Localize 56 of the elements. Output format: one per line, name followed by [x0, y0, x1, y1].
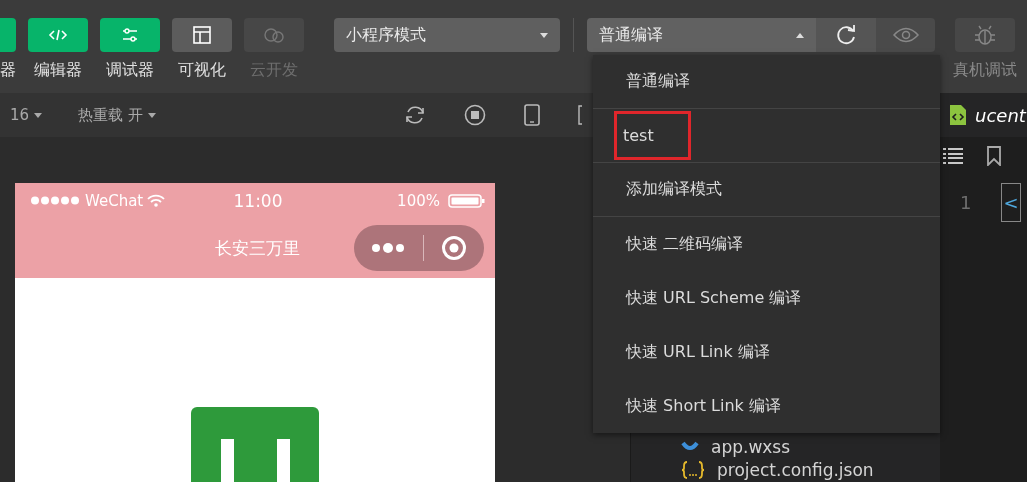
rotate-icon [403, 104, 426, 126]
menu-item[interactable]: 普通编译 [620, 56, 696, 107]
more-icon [371, 243, 406, 253]
refresh-icon [834, 23, 858, 47]
editor-tab[interactable]: ucent [940, 93, 1027, 137]
hot-reload-select[interactable]: 热重载 开 [78, 105, 156, 125]
status-time: 11:00 [233, 190, 283, 211]
toolbar-label: 真机调试 [953, 60, 1017, 81]
select-value: 普通编译 [599, 24, 663, 46]
capsule-button[interactable] [354, 225, 484, 271]
mode-select[interactable]: 小程序模式 [334, 18, 560, 52]
device-debug-button[interactable] [955, 18, 1015, 52]
toolbar-label: 器 [0, 60, 16, 81]
menu-item[interactable]: 快速 Short Link 编译 [620, 380, 787, 432]
caret-up-icon [796, 32, 804, 38]
stop-icon [463, 104, 486, 126]
battery-percent: 100% [397, 191, 440, 210]
toolbar-label: 可视化 [178, 60, 226, 81]
file-name[interactable]: project.config.json [717, 459, 874, 480]
battery-icon [448, 193, 485, 208]
menu-item[interactable]: 添加编译模式 [620, 164, 728, 215]
refresh-button[interactable] [816, 18, 876, 52]
toolbar-button[interactable] [172, 18, 232, 52]
menu-item[interactable]: 快速 URL Scheme 编译 [620, 272, 808, 324]
line-number: 1 [960, 192, 972, 213]
page-title: 长安三万里 [215, 236, 300, 260]
compile-select[interactable]: 普通编译 [587, 18, 816, 52]
code-icon [48, 28, 68, 42]
select-value: 小程序模式 [346, 24, 426, 46]
toolbar-label: 编辑器 [34, 60, 82, 81]
caret-down-icon [147, 112, 156, 118]
file-name[interactable]: app.wxss [711, 436, 791, 457]
bug-icon [974, 24, 996, 46]
wifi-icon [147, 194, 166, 207]
record-icon [440, 235, 467, 261]
menu-item[interactable]: 快速 URL Link 编译 [620, 326, 776, 378]
cloud-icon [263, 26, 285, 44]
carrier-name: WeChat [85, 191, 144, 210]
caret-down-icon [540, 32, 548, 38]
bracket-icon [577, 105, 583, 125]
menu-item[interactable]: 快速 二维码编译 [620, 218, 750, 270]
sliders-icon [122, 28, 138, 42]
bookmark-icon [987, 146, 1001, 166]
file-json-icon [681, 460, 705, 479]
zoom-select[interactable]: 16 [10, 106, 43, 124]
signal-dots-icon [31, 196, 81, 205]
toolbar-label: 调试器 [106, 60, 154, 81]
eye-icon [892, 27, 919, 43]
toolbar-button[interactable] [100, 18, 160, 52]
caret-down-icon [34, 112, 43, 118]
list-icon [943, 148, 963, 164]
menu-item[interactable]: test [614, 111, 691, 160]
phone-icon [523, 104, 540, 126]
layout-icon [193, 26, 211, 44]
code-text: < [1001, 183, 1021, 222]
file-code-icon [950, 105, 966, 125]
